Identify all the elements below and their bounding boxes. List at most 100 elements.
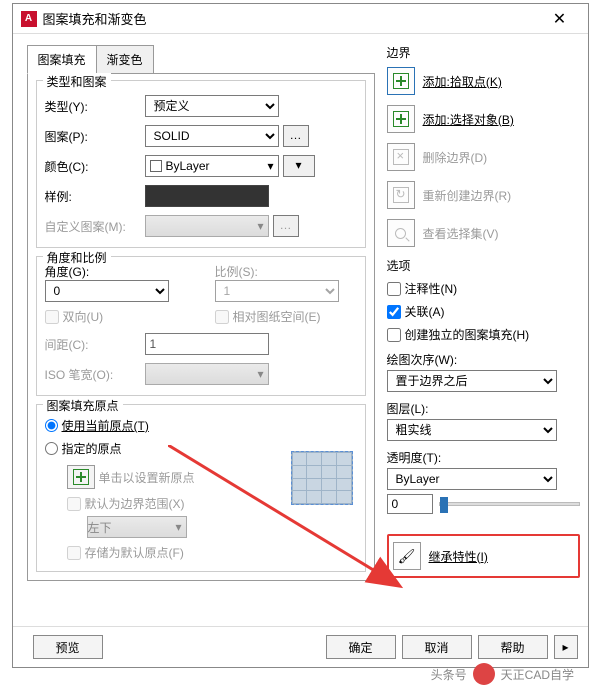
close-button[interactable]: ✕ — [540, 9, 580, 29]
inherit-properties-row[interactable]: 🖌 继承特性(I) — [387, 534, 580, 578]
pick-icon — [393, 73, 409, 89]
preview-button[interactable]: 预览 — [33, 635, 103, 659]
watermark-avatar-icon — [473, 663, 495, 685]
inherit-properties-button[interactable]: 🖌 — [393, 542, 421, 570]
pattern-label: 图案(P): — [45, 128, 145, 145]
window-title: 图案填充和渐变色 — [43, 9, 540, 28]
spacing-input — [145, 333, 269, 355]
origin-preview — [291, 451, 353, 505]
type-select[interactable]: 预定义 — [145, 95, 279, 117]
use-current-origin-label: 使用当前原点(T) — [62, 417, 149, 434]
double-label: 双向(U) — [63, 308, 104, 325]
specify-origin-label: 指定的原点 — [62, 440, 122, 457]
use-current-origin-radio[interactable] — [45, 419, 58, 432]
ok-button[interactable]: 确定 — [326, 635, 396, 659]
color-label: 颜色(C): — [45, 158, 145, 175]
type-label: 类型(Y): — [45, 98, 145, 115]
scale-select: 1 — [215, 280, 339, 302]
iso-label: ISO 笔宽(O): — [45, 366, 145, 383]
extent-position-select: 左下▾ — [87, 516, 187, 538]
transparency-label: 透明度(T): — [387, 449, 580, 466]
boundary-title: 边界 — [387, 44, 580, 61]
view-selection-label: 查看选择集(V) — [423, 225, 499, 242]
iso-select: ▾ — [145, 363, 269, 385]
inherit-properties-label: 继承特性(I) — [429, 548, 488, 565]
watermark-name: 天正CAD自学 — [501, 666, 574, 683]
crosshair-icon — [73, 469, 89, 485]
remove-icon — [393, 149, 409, 165]
select-icon — [393, 111, 409, 127]
store-default-label: 存储为默认原点(F) — [85, 544, 184, 561]
associative-label: 关联(A) — [405, 303, 445, 320]
annotative-checkbox[interactable] — [387, 282, 401, 296]
default-extent-label: 默认为边界范围(X) — [85, 495, 185, 512]
app-icon: A — [21, 11, 37, 27]
draworder-select[interactable]: 置于边界之后 — [387, 370, 557, 392]
annotative-label: 注释性(N) — [405, 280, 458, 297]
cancel-button[interactable]: 取消 — [402, 635, 472, 659]
tab-hatch[interactable]: 图案填充 — [27, 45, 97, 74]
store-default-checkbox — [67, 546, 81, 560]
group-angle-scale: 角度和比例 角度(G): 0 双向(U) 比例(S): 1 相对图纸空间(E) — [36, 256, 366, 396]
color-value: ByLayer — [166, 159, 210, 173]
help-button[interactable]: 帮助 — [478, 635, 548, 659]
sample-label: 样例: — [45, 188, 145, 205]
tab-gradient[interactable]: 渐变色 — [96, 45, 154, 74]
default-extent-checkbox — [67, 497, 81, 511]
select-objects-button[interactable] — [387, 105, 415, 133]
layer-select[interactable]: 粗实线 — [387, 419, 557, 441]
pattern-select[interactable]: SOLID — [145, 125, 279, 147]
recreate-boundary-label: 重新创建边界(R) — [423, 187, 512, 204]
scale-label: 比例(S): — [215, 263, 315, 280]
color-swatch-icon — [150, 160, 162, 172]
custom-pattern-label: 自定义图案(M): — [45, 218, 145, 235]
specify-origin-radio[interactable] — [45, 442, 58, 455]
dialog-footer: 预览 确定 取消 帮助 ▸ — [13, 626, 588, 667]
sample-swatch[interactable] — [145, 185, 269, 207]
watermark-source: 头条号 — [431, 666, 467, 683]
group-title-angle: 角度和比例 — [43, 249, 111, 266]
paperspace-label: 相对图纸空间(E) — [233, 308, 321, 325]
magnifier-icon — [395, 228, 406, 239]
associative-checkbox[interactable] — [387, 305, 401, 319]
slider-thumb-icon[interactable] — [440, 497, 448, 513]
hatch-dialog: A 图案填充和渐变色 ✕ 图案填充 渐变色 类型和图案 类型(Y): 预定义 图… — [12, 3, 589, 668]
recreate-icon — [393, 187, 409, 203]
draworder-label: 绘图次序(W): — [387, 351, 580, 368]
group-title-type: 类型和图案 — [43, 73, 111, 90]
remove-boundary-label: 删除边界(D) — [423, 149, 488, 166]
double-checkbox — [45, 310, 59, 324]
chevron-down-icon: ▾ — [267, 159, 273, 173]
options-title: 选项 — [387, 257, 580, 274]
tab-strip: 图案填充 渐变色 — [27, 45, 375, 74]
color-secondary-button[interactable]: ▾ — [283, 155, 315, 177]
color-select[interactable]: ByLayer ▾ — [145, 155, 279, 177]
recreate-boundary-button — [387, 181, 415, 209]
transparency-select[interactable]: ByLayer — [387, 468, 557, 490]
select-objects-label[interactable]: 添加:选择对象(B) — [423, 111, 514, 128]
group-title-origin: 图案填充原点 — [43, 397, 123, 414]
separate-checkbox[interactable] — [387, 328, 401, 342]
layer-label: 图层(L): — [387, 400, 580, 417]
custom-pattern-browse: … — [273, 215, 299, 237]
custom-pattern-select: ▾ — [145, 215, 269, 237]
separate-label: 创建独立的图案填充(H) — [405, 326, 530, 343]
pick-points-button[interactable] — [387, 67, 415, 95]
transparency-slider[interactable] — [439, 502, 580, 506]
transparency-value[interactable]: 0 — [387, 494, 433, 514]
expand-button[interactable]: ▸ — [554, 635, 578, 659]
click-new-origin-label: 单击以设置新原点 — [99, 469, 195, 486]
pattern-browse-button[interactable]: … — [283, 125, 309, 147]
paperspace-checkbox — [215, 310, 229, 324]
set-new-origin-button — [67, 465, 95, 489]
titlebar: A 图案填充和渐变色 ✕ — [13, 4, 588, 34]
pick-points-label[interactable]: 添加:拾取点(K) — [423, 73, 502, 90]
view-selection-button — [387, 219, 415, 247]
remove-boundary-button — [387, 143, 415, 171]
group-type-pattern: 类型和图案 类型(Y): 预定义 图案(P): SOLID … 颜色(C): — [36, 80, 366, 248]
angle-select[interactable]: 0 — [45, 280, 169, 302]
spacing-label: 间距(C): — [45, 336, 145, 353]
brush-icon: 🖌 — [398, 548, 416, 565]
watermark: 头条号 天正CAD自学 — [431, 663, 574, 685]
group-origin: 图案填充原点 使用当前原点(T) 指定的原点 单击以设置新原点 默认为边界范围(… — [36, 404, 366, 572]
